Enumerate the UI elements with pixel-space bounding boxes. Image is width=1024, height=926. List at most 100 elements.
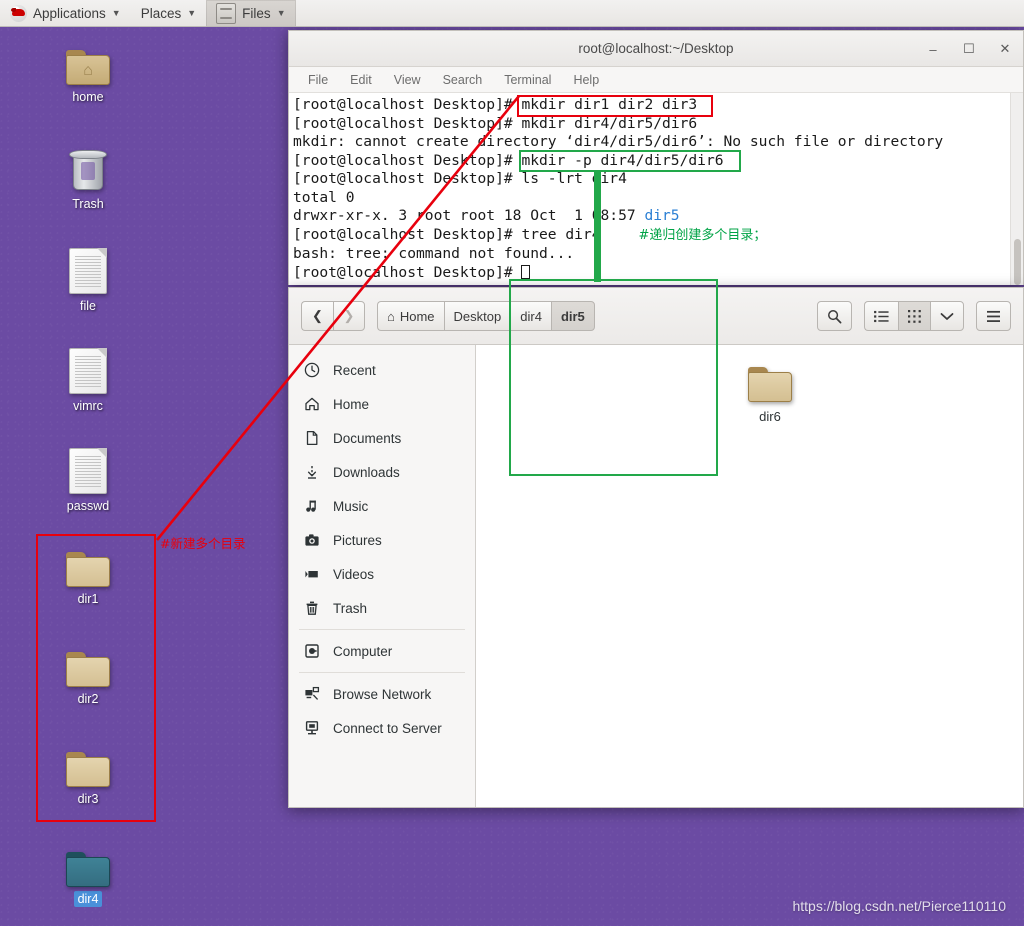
terminal-title: root@localhost:~/Desktop	[578, 41, 734, 56]
menu-search[interactable]: Search	[432, 70, 494, 90]
file-manager-toolbar: ❮ ❯ ⌂ Home Desktop dir4 dir5	[289, 288, 1023, 345]
maximize-button[interactable]: ☐	[959, 39, 979, 59]
view-options-button[interactable]	[930, 301, 964, 331]
chevron-down-icon: ▼	[187, 7, 197, 18]
sidebar-item-music[interactable]: Music	[289, 489, 475, 523]
sidebar-item-pictures[interactable]: Pictures	[289, 523, 475, 557]
terminal-prompt: [root@localhost Desktop]#	[293, 263, 522, 281]
sidebar-divider	[299, 629, 465, 630]
folder-icon	[66, 852, 110, 887]
terminal-line: [root@localhost Desktop]# tree dir4 #递归创建…	[291, 226, 1023, 246]
terminal-window: root@localhost:~/Desktop – ☐ ✕ File Edit…	[288, 30, 1024, 285]
desktop-icon-home[interactable]: ⌂ home	[42, 50, 134, 105]
terminal-titlebar[interactable]: root@localhost:~/Desktop – ☐ ✕	[289, 31, 1023, 67]
terminal-line-text: [root@localhost Desktop]# tree dir4	[293, 225, 601, 243]
desktop-icon-label: dir3	[77, 792, 99, 806]
grid-view-button[interactable]	[898, 301, 930, 331]
breadcrumb-item-home[interactable]: ⌂ Home	[377, 301, 444, 331]
applications-menu-label: Applications	[33, 5, 106, 21]
sidebar-item-recent[interactable]: Recent	[289, 353, 475, 387]
chevron-down-icon: ▼	[111, 7, 121, 18]
sidebar-item-label: Pictures	[333, 532, 382, 548]
sidebar-item-label: Documents	[333, 430, 402, 446]
chevron-right-icon: ❯	[343, 308, 355, 323]
sidebar-item-downloads[interactable]: Downloads	[289, 455, 475, 489]
terminal-selection: dir4/dir5/dir6	[574, 114, 698, 132]
file-manager-window: ❮ ❯ ⌂ Home Desktop dir4 dir5 Recent Home…	[288, 287, 1024, 808]
folder-icon	[66, 652, 110, 687]
breadcrumb-item-dir4[interactable]: dir4	[510, 301, 551, 331]
menu-view[interactable]: View	[383, 70, 432, 90]
search-button[interactable]	[817, 301, 852, 331]
file-item-dir6[interactable]: dir6	[724, 367, 816, 424]
desktop-icon-vimrc[interactable]: vimrc	[42, 348, 134, 414]
view-mode-buttons	[864, 301, 964, 331]
files-app-menu[interactable]: Files ▼	[206, 0, 296, 27]
desktop-icon-dir2[interactable]: dir2	[42, 652, 134, 707]
nav-buttons: ❮ ❯	[301, 301, 365, 331]
places-menu-label: Places	[140, 5, 182, 21]
list-view-button[interactable]	[864, 301, 898, 331]
breadcrumb-item-desktop[interactable]: Desktop	[443, 301, 511, 331]
sidebar-item-trash[interactable]: Trash	[289, 591, 475, 625]
desktop-icon-passwd[interactable]: passwd	[42, 448, 134, 514]
terminal-dirname: dir5	[644, 207, 680, 224]
sidebar-item-label: Trash	[333, 600, 368, 616]
search-icon	[828, 309, 842, 323]
file-manager-content[interactable]: dir6	[476, 345, 1023, 807]
file-item-label: dir6	[759, 409, 781, 424]
breadcrumb-item-dir5[interactable]: dir5	[550, 301, 595, 331]
applications-menu[interactable]: Applications ▼	[0, 0, 131, 27]
redhat-logo-icon	[10, 4, 27, 22]
sidebar-item-label: Browse Network	[333, 686, 432, 702]
desktop-icon-label: dir1	[77, 592, 99, 606]
terminal-selection-fill	[697, 115, 1023, 132]
terminal-line: total 0	[293, 188, 355, 206]
desktop-icon-dir3[interactable]: dir3	[42, 752, 134, 807]
menu-terminal[interactable]: Terminal	[493, 70, 562, 90]
desktop-icon-label: vimrc	[73, 399, 103, 413]
annotation-red-comment: #新建多个目录	[160, 536, 246, 551]
desktop-icon-label: dir4	[73, 891, 103, 907]
menu-help[interactable]: Help	[562, 70, 610, 90]
sidebar-item-label: Downloads	[333, 464, 400, 480]
sidebar-item-home[interactable]: Home	[289, 387, 475, 421]
trash-icon	[303, 600, 321, 616]
server-icon	[303, 720, 321, 736]
terminal-line: [root@localhost Desktop]# mkdir -p dir4/…	[293, 151, 724, 169]
sidebar-item-label: Connect to Server	[333, 720, 442, 736]
menu-edit[interactable]: Edit	[339, 70, 383, 90]
terminal-output[interactable]: [root@localhost Desktop]# mkdir dir1 dir…	[289, 93, 1023, 285]
terminal-line: bash: tree: command not found...	[293, 245, 575, 262]
menu-file[interactable]: File	[297, 70, 339, 90]
sidebar-item-documents[interactable]: Documents	[289, 421, 475, 455]
watermark: https://blog.csdn.net/Pierce110110	[792, 898, 1006, 914]
desktop-icon-dir1[interactable]: dir1	[42, 552, 134, 607]
desktop-icon-file[interactable]: file	[42, 248, 134, 314]
forward-button[interactable]: ❯	[333, 301, 365, 331]
chevron-left-icon: ❮	[312, 308, 323, 323]
desktop-icon-trash[interactable]: Trash	[42, 150, 134, 212]
terminal-line: drwxr-xr-x. 3 root root 18 Oct 1 08:57 d…	[291, 207, 1023, 226]
sidebar-item-connect-to-server[interactable]: Connect to Server	[289, 711, 475, 745]
hamburger-menu-icon	[987, 310, 1000, 322]
terminal-scrollbar[interactable]	[1010, 93, 1023, 285]
list-view-icon	[874, 310, 889, 322]
sidebar-item-videos[interactable]: Videos	[289, 557, 475, 591]
main-menu-button[interactable]	[976, 301, 1011, 331]
places-menu[interactable]: Places ▼	[131, 0, 206, 27]
chevron-down-icon	[940, 312, 954, 320]
back-button[interactable]: ❮	[301, 301, 333, 331]
minimize-button[interactable]: –	[923, 39, 943, 59]
chevron-down-icon: ▼	[276, 7, 286, 18]
desktop-icon-dir4[interactable]: dir4	[42, 852, 134, 907]
sidebar-item-computer[interactable]: Computer	[289, 634, 475, 668]
sidebar-item-browse-network[interactable]: Browse Network	[289, 677, 475, 711]
terminal-scrollbar-thumb[interactable]	[1014, 239, 1021, 285]
terminal-line: [root@localhost Desktop]# ls -lrt dir4	[293, 170, 627, 187]
close-button[interactable]: ✕	[995, 39, 1015, 59]
file-manager-sidebar: Recent Home Documents Downloads Music Pi…	[289, 345, 476, 807]
document-icon	[69, 448, 107, 494]
document-icon	[69, 348, 107, 394]
desktop-icon-label: dir2	[77, 692, 99, 706]
